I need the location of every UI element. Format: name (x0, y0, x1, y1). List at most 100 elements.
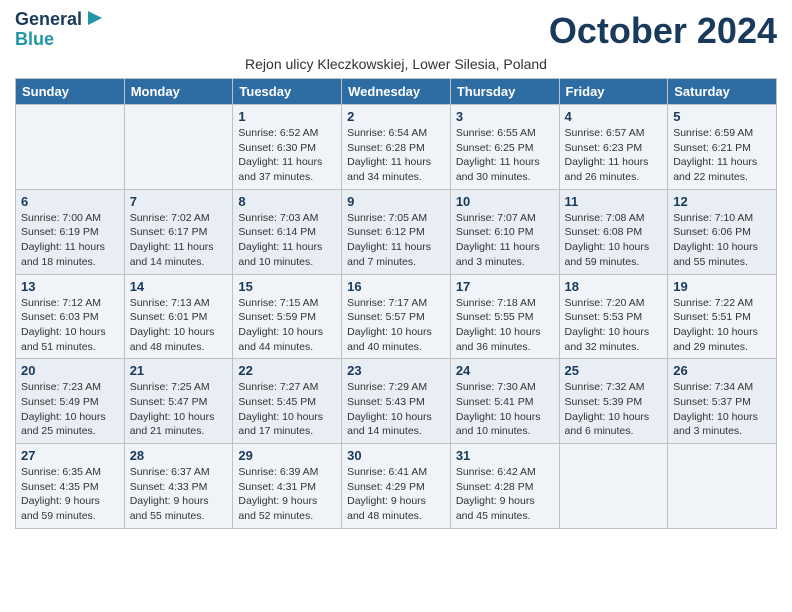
calendar-cell (124, 105, 233, 190)
calendar-cell: 12 Sunrise: 7:10 AM Sunset: 6:06 PM Dayli… (668, 189, 777, 274)
calendar-cell: 15Sunrise: 7:15 AM Sunset: 5:59 PM Dayli… (233, 274, 342, 359)
day-number: 20 (21, 363, 119, 378)
weekday-header-row: SundayMondayTuesdayWednesdayThursdayFrid… (16, 79, 777, 105)
day-info: Sunrise: 7:15 AM Sunset: 5:59 PM Dayligh… (238, 296, 336, 355)
day-info: Sunrise: 6:59 AM Sunset: 6:21 PM Dayligh… (673, 126, 771, 185)
day-number: 3 (456, 109, 554, 124)
day-info: Sunrise: 7:34 AM Sunset: 5:37 PM Dayligh… (673, 380, 771, 439)
day-number: 6 (21, 194, 119, 209)
day-info: Sunrise: 6:37 AM Sunset: 4:33 PM Dayligh… (130, 465, 228, 524)
calendar-cell: 19 Sunrise: 7:22 AM Sunset: 5:51 PM Dayli… (668, 274, 777, 359)
day-info: Sunrise: 7:29 AM Sunset: 5:43 PM Dayligh… (347, 380, 445, 439)
logo-text-blue: Blue (15, 30, 106, 50)
day-number: 2 (347, 109, 445, 124)
weekday-header-saturday: Saturday (668, 79, 777, 105)
calendar-week-row: 6 Sunrise: 7:00 AM Sunset: 6:19 PM Daylig… (16, 189, 777, 274)
calendar-cell (16, 105, 125, 190)
calendar-cell: 25 Sunrise: 7:32 AM Sunset: 5:39 PM Dayli… (559, 359, 668, 444)
month-title: October 2024 (549, 10, 777, 52)
calendar-cell: 29 Sunrise: 6:39 AM Sunset: 4:31 PM Dayli… (233, 444, 342, 529)
calendar-cell: 10 Sunrise: 7:07 AM Sunset: 6:10 PM Dayli… (450, 189, 559, 274)
calendar-cell: 14 Sunrise: 7:13 AM Sunset: 6:01 PM Dayli… (124, 274, 233, 359)
day-number: 18 (565, 279, 663, 294)
calendar-cell: 24Sunrise: 7:30 AM Sunset: 5:41 PM Dayli… (450, 359, 559, 444)
day-number: 14 (130, 279, 228, 294)
day-info: Sunrise: 7:18 AM Sunset: 5:55 PM Dayligh… (456, 296, 554, 355)
weekday-header-monday: Monday (124, 79, 233, 105)
day-info: Sunrise: 6:57 AM Sunset: 6:23 PM Dayligh… (565, 126, 663, 185)
day-info: Sunrise: 7:17 AM Sunset: 5:57 PM Dayligh… (347, 296, 445, 355)
day-info: Sunrise: 7:02 AM Sunset: 6:17 PM Dayligh… (130, 211, 228, 270)
day-number: 21 (130, 363, 228, 378)
calendar-cell: 13 Sunrise: 7:12 AM Sunset: 6:03 PM Dayli… (16, 274, 125, 359)
calendar-week-row: 13 Sunrise: 7:12 AM Sunset: 6:03 PM Dayli… (16, 274, 777, 359)
day-number: 30 (347, 448, 445, 463)
day-number: 10 (456, 194, 554, 209)
calendar-cell: 1 Sunrise: 6:52 AM Sunset: 6:30 PM Daylig… (233, 105, 342, 190)
calendar-cell: 30 Sunrise: 6:41 AM Sunset: 4:29 PM Dayli… (342, 444, 451, 529)
day-info: Sunrise: 7:32 AM Sunset: 5:39 PM Dayligh… (565, 380, 663, 439)
calendar-week-row: 27Sunrise: 6:35 AM Sunset: 4:35 PM Dayli… (16, 444, 777, 529)
day-number: 26 (673, 363, 771, 378)
calendar-cell: 28 Sunrise: 6:37 AM Sunset: 4:33 PM Dayli… (124, 444, 233, 529)
calendar-table: SundayMondayTuesdayWednesdayThursdayFrid… (15, 78, 777, 529)
day-info: Sunrise: 7:22 AM Sunset: 5:51 PM Dayligh… (673, 296, 771, 355)
calendar-cell: 21 Sunrise: 7:25 AM Sunset: 5:47 PM Dayli… (124, 359, 233, 444)
day-number: 4 (565, 109, 663, 124)
day-number: 25 (565, 363, 663, 378)
day-number: 12 (673, 194, 771, 209)
day-info: Sunrise: 7:13 AM Sunset: 6:01 PM Dayligh… (130, 296, 228, 355)
calendar-cell: 26 Sunrise: 7:34 AM Sunset: 5:37 PM Dayli… (668, 359, 777, 444)
logo: General Blue (15, 10, 106, 50)
day-number: 11 (565, 194, 663, 209)
day-number: 16 (347, 279, 445, 294)
calendar-cell: 2Sunrise: 6:54 AM Sunset: 6:28 PM Daylig… (342, 105, 451, 190)
day-number: 13 (21, 279, 119, 294)
day-number: 22 (238, 363, 336, 378)
day-info: Sunrise: 6:55 AM Sunset: 6:25 PM Dayligh… (456, 126, 554, 185)
calendar-cell: 8Sunrise: 7:03 AM Sunset: 6:14 PM Daylig… (233, 189, 342, 274)
weekday-header-thursday: Thursday (450, 79, 559, 105)
day-info: Sunrise: 6:39 AM Sunset: 4:31 PM Dayligh… (238, 465, 336, 524)
day-info: Sunrise: 6:41 AM Sunset: 4:29 PM Dayligh… (347, 465, 445, 524)
weekday-header-friday: Friday (559, 79, 668, 105)
day-info: Sunrise: 7:00 AM Sunset: 6:19 PM Dayligh… (21, 211, 119, 270)
calendar-cell: 16 Sunrise: 7:17 AM Sunset: 5:57 PM Dayli… (342, 274, 451, 359)
day-info: Sunrise: 6:52 AM Sunset: 6:30 PM Dayligh… (238, 126, 336, 185)
calendar-week-row: 1 Sunrise: 6:52 AM Sunset: 6:30 PM Daylig… (16, 105, 777, 190)
day-number: 7 (130, 194, 228, 209)
day-info: Sunrise: 7:27 AM Sunset: 5:45 PM Dayligh… (238, 380, 336, 439)
day-number: 29 (238, 448, 336, 463)
calendar-cell: 20Sunrise: 7:23 AM Sunset: 5:49 PM Dayli… (16, 359, 125, 444)
calendar-cell (559, 444, 668, 529)
weekday-header-wednesday: Wednesday (342, 79, 451, 105)
day-info: Sunrise: 7:03 AM Sunset: 6:14 PM Dayligh… (238, 211, 336, 270)
day-number: 31 (456, 448, 554, 463)
calendar-cell: 6 Sunrise: 7:00 AM Sunset: 6:19 PM Daylig… (16, 189, 125, 274)
day-number: 19 (673, 279, 771, 294)
calendar-cell: 18 Sunrise: 7:20 AM Sunset: 5:53 PM Dayli… (559, 274, 668, 359)
day-info: Sunrise: 7:30 AM Sunset: 5:41 PM Dayligh… (456, 380, 554, 439)
day-number: 1 (238, 109, 336, 124)
calendar-cell: 11Sunrise: 7:08 AM Sunset: 6:08 PM Dayli… (559, 189, 668, 274)
day-info: Sunrise: 7:10 AM Sunset: 6:06 PM Dayligh… (673, 211, 771, 270)
calendar-cell: 7 Sunrise: 7:02 AM Sunset: 6:17 PM Daylig… (124, 189, 233, 274)
calendar-week-row: 20Sunrise: 7:23 AM Sunset: 5:49 PM Dayli… (16, 359, 777, 444)
weekday-header-tuesday: Tuesday (233, 79, 342, 105)
day-number: 27 (21, 448, 119, 463)
day-info: Sunrise: 7:05 AM Sunset: 6:12 PM Dayligh… (347, 211, 445, 270)
weekday-header-sunday: Sunday (16, 79, 125, 105)
subtitle: Rejon ulicy Kleczkowskiej, Lower Silesia… (15, 56, 777, 72)
day-info: Sunrise: 7:07 AM Sunset: 6:10 PM Dayligh… (456, 211, 554, 270)
calendar-cell: 31Sunrise: 6:42 AM Sunset: 4:28 PM Dayli… (450, 444, 559, 529)
logo-arrow-icon (84, 7, 106, 29)
day-number: 28 (130, 448, 228, 463)
calendar-cell: 22 Sunrise: 7:27 AM Sunset: 5:45 PM Dayli… (233, 359, 342, 444)
day-info: Sunrise: 7:25 AM Sunset: 5:47 PM Dayligh… (130, 380, 228, 439)
day-info: Sunrise: 7:20 AM Sunset: 5:53 PM Dayligh… (565, 296, 663, 355)
day-number: 9 (347, 194, 445, 209)
calendar-cell: 4 Sunrise: 6:57 AM Sunset: 6:23 PM Daylig… (559, 105, 668, 190)
day-info: Sunrise: 7:12 AM Sunset: 6:03 PM Dayligh… (21, 296, 119, 355)
day-number: 23 (347, 363, 445, 378)
page-container: General Blue October 2024 Rejon ulicy Kl… (0, 0, 792, 539)
